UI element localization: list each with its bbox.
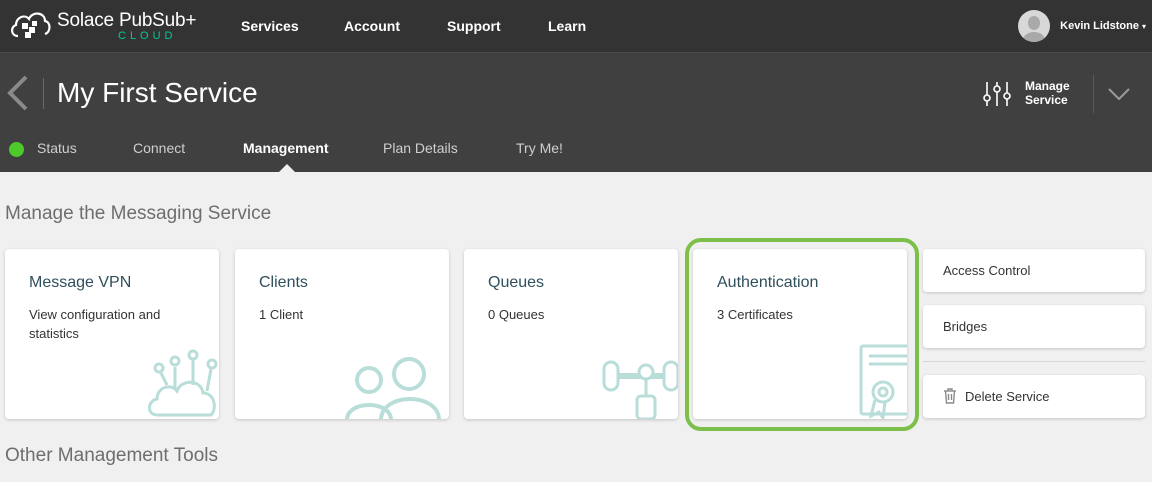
- tab-status[interactable]: Status: [37, 140, 77, 156]
- manage-service-button[interactable]: Manage Service: [982, 78, 1082, 110]
- queue-icon: [602, 360, 678, 419]
- top-nav-bar: Solace PubSub+ CLOUD Services Account Su…: [0, 0, 1152, 53]
- card-subtitle: View configuration and statistics: [29, 307, 161, 341]
- card-title: Queues: [488, 274, 545, 291]
- user-name: Kevin Lidstone: [1060, 20, 1139, 32]
- card-title: Clients: [259, 274, 308, 291]
- logo-subtext: CLOUD: [118, 30, 177, 42]
- card-queues[interactable]: Queues 0 Queues: [464, 249, 678, 419]
- access-control-button[interactable]: Access Control: [923, 249, 1145, 292]
- card-subtitle: 1 Client: [259, 307, 304, 322]
- card-subtitle: 0 Queues: [488, 307, 545, 322]
- user-menu[interactable]: Kevin Lidstone ▾: [1018, 10, 1146, 42]
- logo-cloud-icon: [11, 12, 51, 38]
- nav-learn[interactable]: Learn: [548, 18, 586, 34]
- caret-down-icon: ▾: [1141, 21, 1146, 31]
- header-divider: [43, 78, 44, 109]
- card-title: Message VPN: [29, 274, 132, 291]
- nav-support[interactable]: Support: [447, 18, 501, 34]
- service-header: My First Service Manage Service Status C…: [0, 53, 1152, 172]
- logo-text: Solace PubSub+: [57, 10, 197, 31]
- tab-plan-details[interactable]: Plan Details: [383, 140, 458, 156]
- chevron-down-icon[interactable]: [1107, 86, 1131, 102]
- bridges-button[interactable]: Bridges: [923, 305, 1145, 348]
- access-control-label: Access Control: [943, 263, 1031, 278]
- tab-try-me[interactable]: Try Me!: [516, 140, 563, 156]
- delete-service-label: Delete Service: [965, 389, 1050, 404]
- tab-connect[interactable]: Connect: [133, 140, 185, 156]
- status-indicator: [9, 142, 24, 157]
- service-tabs: Status Connect Management Plan Details T…: [0, 138, 1152, 172]
- selected-card-highlight: [685, 238, 919, 431]
- header-divider: [1093, 75, 1094, 113]
- card-message-vpn[interactable]: Message VPN View configuration and stati…: [5, 249, 219, 419]
- back-arrow-icon[interactable]: [6, 75, 32, 111]
- avatar: [1018, 10, 1051, 42]
- cloud-network-icon: [148, 349, 218, 417]
- sliders-icon: [983, 82, 1011, 106]
- section-title: Manage the Messaging Service: [5, 203, 272, 224]
- card-clients[interactable]: Clients 1 Client: [235, 249, 449, 419]
- active-tab-pointer: [279, 164, 295, 172]
- users-icon: [345, 357, 441, 419]
- solace-logo[interactable]: Solace PubSub+ CLOUD: [8, 8, 208, 46]
- service-title: My First Service: [57, 77, 258, 108]
- other-tools-title: Other Management Tools: [5, 445, 218, 466]
- trash-icon: [944, 388, 956, 404]
- nav-services[interactable]: Services: [241, 18, 299, 34]
- delete-service-button[interactable]: Delete Service: [923, 375, 1145, 418]
- tab-management[interactable]: Management: [243, 140, 329, 156]
- bridges-label: Bridges: [943, 319, 988, 334]
- divider: [923, 361, 1145, 362]
- manage-service-label: Manage Service: [1025, 79, 1070, 107]
- nav-account[interactable]: Account: [344, 18, 400, 34]
